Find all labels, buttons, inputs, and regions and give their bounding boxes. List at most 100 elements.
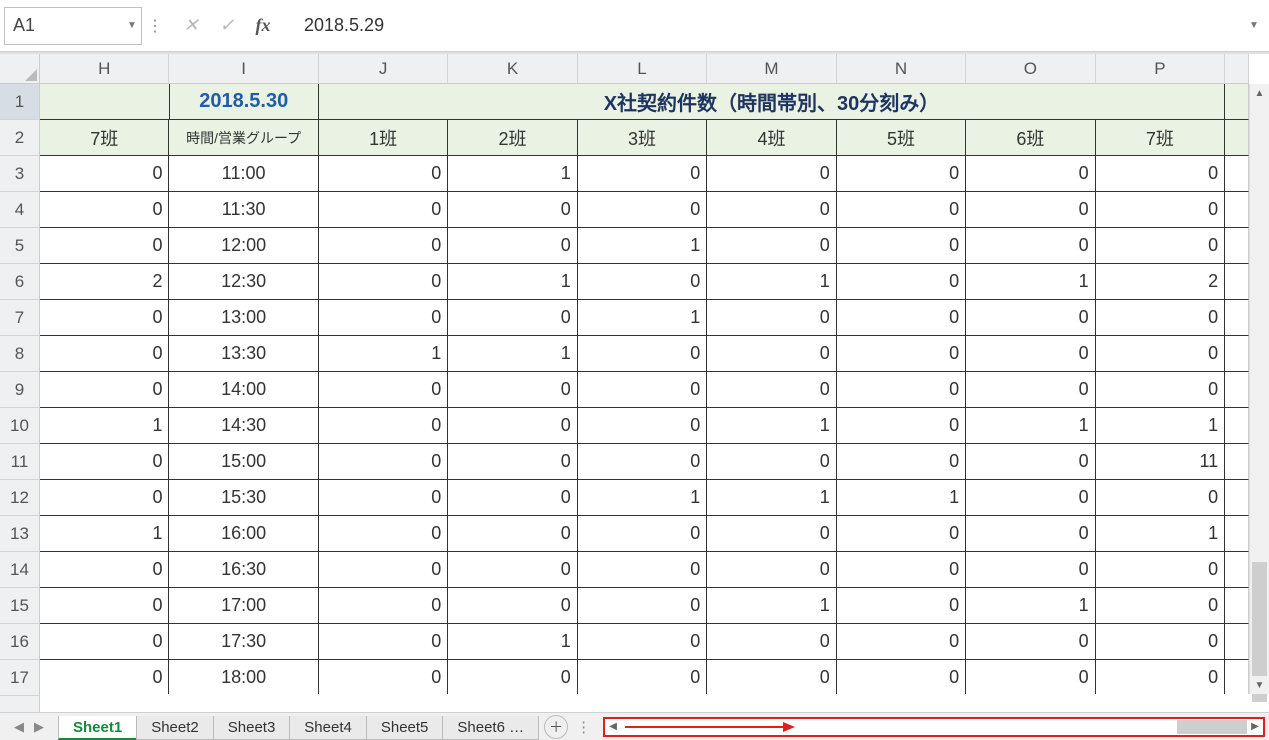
row-header-14[interactable]: 14 <box>0 552 39 588</box>
column-header-partial[interactable] <box>1225 54 1249 83</box>
cell-N7[interactable]: 0 <box>837 300 966 336</box>
cell-P9[interactable]: 0 <box>1096 372 1225 408</box>
cell-O6[interactable]: 1 <box>966 264 1095 300</box>
cell-O16[interactable]: 0 <box>966 624 1095 660</box>
formula-input[interactable] <box>292 7 1237 45</box>
cell-J7[interactable]: 0 <box>319 300 448 336</box>
sheet-tab-sheet6[interactable]: Sheet6 … <box>442 716 539 740</box>
cell-K13[interactable]: 0 <box>448 516 577 552</box>
cell-partial-11[interactable] <box>1225 444 1249 480</box>
row-header-10[interactable]: 10 <box>0 408 39 444</box>
cell-P8[interactable]: 0 <box>1096 336 1225 372</box>
cell-O13[interactable]: 0 <box>966 516 1095 552</box>
cell-I13[interactable]: 16:00 <box>169 516 318 552</box>
cell-K10[interactable]: 0 <box>448 408 577 444</box>
cell-K9[interactable]: 0 <box>448 372 577 408</box>
cell-N8[interactable]: 0 <box>837 336 966 372</box>
cell-P3[interactable]: 0 <box>1096 156 1225 192</box>
row-header-3[interactable]: 3 <box>0 156 39 192</box>
cell-J16[interactable]: 0 <box>319 624 448 660</box>
cell-I14[interactable]: 16:30 <box>169 552 318 588</box>
cell-J8[interactable]: 1 <box>319 336 448 372</box>
cell-L4[interactable]: 0 <box>578 192 707 228</box>
cell-L13[interactable]: 0 <box>578 516 707 552</box>
row-header-1[interactable]: 1 <box>0 84 39 120</box>
cell-J14[interactable]: 0 <box>319 552 448 588</box>
cell-H7[interactable]: 0 <box>40 300 169 336</box>
cell-P13[interactable]: 1 <box>1096 516 1225 552</box>
cell-I7[interactable]: 13:00 <box>169 300 318 336</box>
cell-I12[interactable]: 15:30 <box>169 480 318 516</box>
cell-I3[interactable]: 11:00 <box>169 156 318 192</box>
cell-J6[interactable]: 0 <box>319 264 448 300</box>
cell-J15[interactable]: 0 <box>319 588 448 624</box>
cell-O10[interactable]: 1 <box>966 408 1095 444</box>
cell-partial-17[interactable] <box>1225 660 1249 694</box>
cell-I11[interactable]: 15:00 <box>169 444 318 480</box>
cell-M3[interactable]: 0 <box>707 156 836 192</box>
cell-H4[interactable]: 0 <box>40 192 169 228</box>
cell-M4[interactable]: 0 <box>707 192 836 228</box>
cell-O9[interactable]: 0 <box>966 372 1095 408</box>
cell-O3[interactable]: 0 <box>966 156 1095 192</box>
cell-partial-12[interactable] <box>1225 480 1249 516</box>
cell-J17[interactable]: 0 <box>319 660 448 694</box>
row-header-6[interactable]: 6 <box>0 264 39 300</box>
vertical-scrollbar[interactable]: ▲ ▼ <box>1249 84 1269 694</box>
sheet-tab-sheet4[interactable]: Sheet4 <box>289 716 367 740</box>
cell-P14[interactable]: 0 <box>1096 552 1225 588</box>
cell-partial-1[interactable] <box>1225 84 1249 120</box>
cell-N11[interactable]: 0 <box>837 444 966 480</box>
row-header-4[interactable]: 4 <box>0 192 39 228</box>
cell-K4[interactable]: 0 <box>448 192 577 228</box>
cell-L11[interactable]: 0 <box>578 444 707 480</box>
cell-I9[interactable]: 14:00 <box>169 372 318 408</box>
cell-K3[interactable]: 1 <box>448 156 577 192</box>
formula-bar-resize-left[interactable]: ⋮ <box>148 16 162 36</box>
cell-H13[interactable]: 1 <box>40 516 169 552</box>
cell-H14[interactable]: 0 <box>40 552 169 588</box>
cell-partial-16[interactable] <box>1225 624 1249 660</box>
cell-J11[interactable]: 0 <box>319 444 448 480</box>
cell-partial-9[interactable] <box>1225 372 1249 408</box>
cell-H5[interactable]: 0 <box>40 228 169 264</box>
cell-M11[interactable]: 0 <box>707 444 836 480</box>
cell-H6[interactable]: 2 <box>40 264 169 300</box>
row-header-11[interactable]: 11 <box>0 444 39 480</box>
cell-P16[interactable]: 0 <box>1096 624 1225 660</box>
cell-L2[interactable]: 3班 <box>578 120 707 156</box>
cell-N16[interactable]: 0 <box>837 624 966 660</box>
cell-H12[interactable]: 0 <box>40 480 169 516</box>
cell-partial-13[interactable] <box>1225 516 1249 552</box>
cell-N12[interactable]: 1 <box>837 480 966 516</box>
row-header-7[interactable]: 7 <box>0 300 39 336</box>
cell-P17[interactable]: 0 <box>1096 660 1225 694</box>
tab-nav-next-icon[interactable]: ▶ <box>30 719 48 735</box>
cell-M8[interactable]: 0 <box>707 336 836 372</box>
cell-O17[interactable]: 0 <box>966 660 1095 694</box>
cell-K7[interactable]: 0 <box>448 300 577 336</box>
cell-N2[interactable]: 5班 <box>837 120 966 156</box>
cell-M6[interactable]: 1 <box>707 264 836 300</box>
cell-partial-8[interactable] <box>1225 336 1249 372</box>
row-header-8[interactable]: 8 <box>0 336 39 372</box>
column-header-J[interactable]: J <box>319 54 448 83</box>
cell-L6[interactable]: 0 <box>578 264 707 300</box>
cell-partial-15[interactable] <box>1225 588 1249 624</box>
cell-M7[interactable]: 0 <box>707 300 836 336</box>
sheet-tab-sheet5[interactable]: Sheet5 <box>366 716 444 740</box>
cell-partial-14[interactable] <box>1225 552 1249 588</box>
cell-N17[interactable]: 0 <box>837 660 966 694</box>
cell-partial-4[interactable] <box>1225 192 1249 228</box>
row-header-16[interactable]: 16 <box>0 624 39 660</box>
cell-partial-10[interactable] <box>1225 408 1249 444</box>
cell-I6[interactable]: 12:30 <box>169 264 318 300</box>
cell-M10[interactable]: 1 <box>707 408 836 444</box>
cell-partial-7[interactable] <box>1225 300 1249 336</box>
cell-O4[interactable]: 0 <box>966 192 1095 228</box>
cell-O12[interactable]: 0 <box>966 480 1095 516</box>
cell-L10[interactable]: 0 <box>578 408 707 444</box>
cell-L15[interactable]: 0 <box>578 588 707 624</box>
cell-O8[interactable]: 0 <box>966 336 1095 372</box>
cell-I17[interactable]: 18:00 <box>169 660 318 694</box>
